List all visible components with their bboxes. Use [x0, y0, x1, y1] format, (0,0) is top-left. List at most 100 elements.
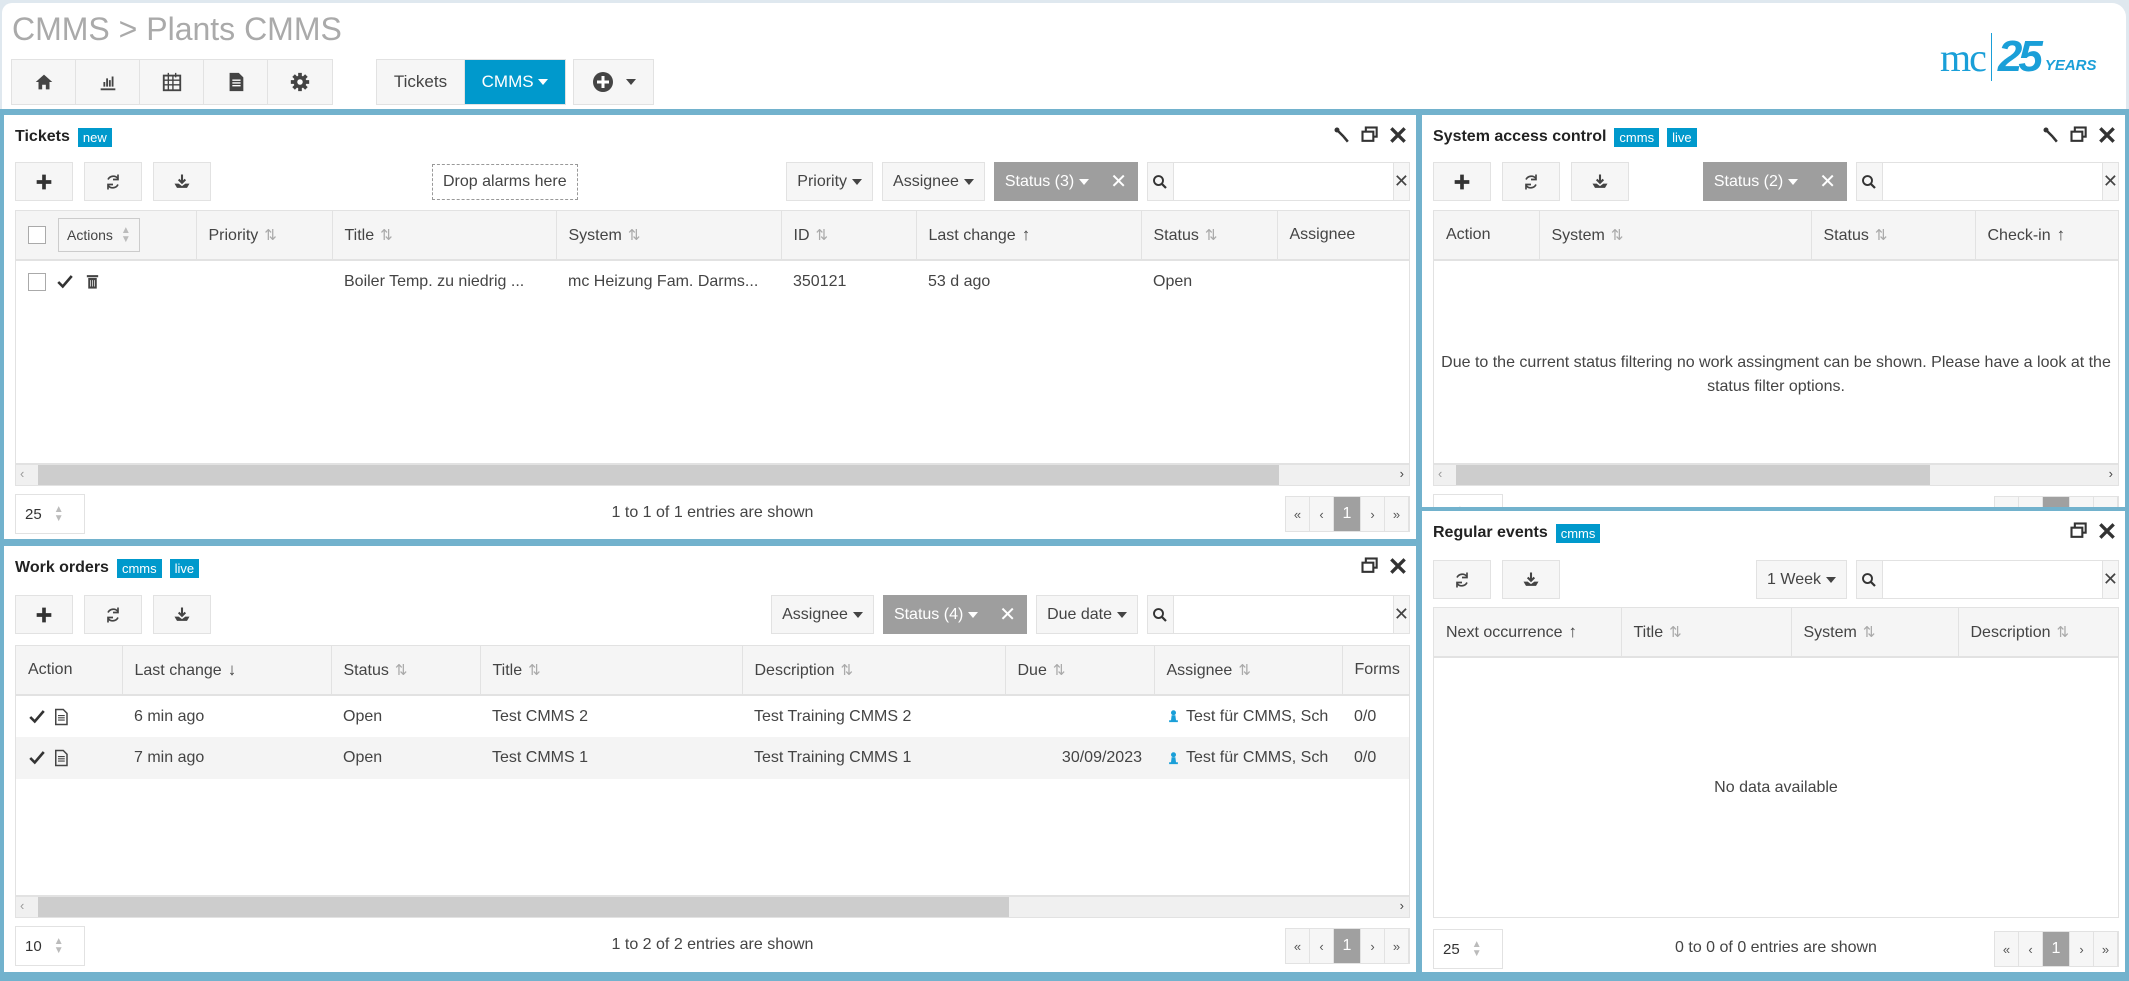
- table-row[interactable]: 6 min ago Open Test CMMS 2 Test Training CM…: [16, 695, 1409, 737]
- column-header[interactable]: Assignee: [1277, 211, 1409, 261]
- search-button[interactable]: [1857, 163, 1883, 200]
- next-page-button[interactable]: ›: [1361, 497, 1385, 531]
- last-page-button[interactable]: »: [2094, 497, 2118, 507]
- filter-dropdown[interactable]: Status (4) ✕: [882, 595, 1028, 634]
- search-button[interactable]: [1148, 163, 1174, 200]
- download-button[interactable]: [1571, 162, 1629, 201]
- prev-page-button[interactable]: ‹: [1310, 497, 1334, 531]
- page-size-stepper[interactable]: ▲▼: [1433, 494, 1503, 507]
- add-dropdown[interactable]: [573, 59, 654, 105]
- search-button[interactable]: [1857, 561, 1883, 598]
- filter-dropdown[interactable]: Status (3) ✕: [993, 162, 1138, 201]
- current-page-button[interactable]: 1: [2043, 497, 2070, 507]
- page-size-stepper[interactable]: 25 ▲ ▼: [1433, 929, 1503, 969]
- scroll-left-icon[interactable]: ‹: [20, 466, 24, 481]
- nav-button-home[interactable]: [12, 60, 76, 104]
- download-button[interactable]: [153, 162, 211, 201]
- scroll-right-icon[interactable]: ›: [1400, 898, 1404, 913]
- complete-button[interactable]: [28, 708, 46, 726]
- clear-filter-icon[interactable]: ✕: [999, 602, 1016, 627]
- refresh-button[interactable]: [1502, 162, 1560, 201]
- scroll-left-icon[interactable]: ‹: [20, 898, 24, 913]
- filter-dropdown[interactable]: Status (2) ✕: [1702, 162, 1847, 201]
- column-header[interactable]: Check-in ↑: [1975, 211, 2118, 261]
- page-size-stepper[interactable]: 25 ▲ ▼: [15, 494, 85, 534]
- column-header[interactable]: System ⇅: [1539, 211, 1812, 261]
- scroll-left-icon[interactable]: ‹: [1438, 466, 1442, 481]
- column-header[interactable]: Status ⇅: [1141, 211, 1278, 261]
- prev-page-button[interactable]: ‹: [1310, 929, 1334, 963]
- search-input[interactable]: [1882, 561, 2102, 598]
- first-page-button[interactable]: «: [1995, 932, 2019, 966]
- restore-window-button[interactable]: [1360, 125, 1380, 145]
- first-page-button[interactable]: «: [1286, 929, 1310, 963]
- filter-dropdown[interactable]: Assignee: [882, 162, 985, 201]
- nav-button-document[interactable]: [204, 60, 268, 104]
- plus-button[interactable]: [15, 595, 73, 634]
- next-page-button[interactable]: ›: [1361, 929, 1385, 963]
- scrollbar-thumb[interactable]: [1456, 465, 1930, 485]
- clear-search-button[interactable]: ✕: [2101, 163, 2118, 200]
- close-button[interactable]: [1388, 125, 1408, 145]
- restore-window-button[interactable]: [1360, 556, 1380, 576]
- next-page-button[interactable]: ›: [2070, 497, 2094, 507]
- current-page-button[interactable]: 1: [2043, 932, 2070, 966]
- column-header[interactable]: Description ⇅: [742, 646, 1006, 696]
- filter-dropdown[interactable]: Due date: [1036, 595, 1138, 634]
- column-header[interactable]: Actions ▲ ▼: [16, 211, 197, 261]
- clear-filter-icon[interactable]: ✕: [1110, 169, 1127, 194]
- download-button[interactable]: [1502, 560, 1560, 599]
- prev-page-button[interactable]: ‹: [2019, 497, 2043, 507]
- last-page-button[interactable]: »: [1385, 929, 1409, 963]
- tab-tickets[interactable]: Tickets: [377, 60, 465, 104]
- wrench-button[interactable]: [1332, 125, 1352, 145]
- acknowledge-button[interactable]: [56, 273, 74, 291]
- table-row[interactable]: 7 min ago Open Test CMMS 1 Test Training CM…: [16, 737, 1409, 779]
- first-page-button[interactable]: «: [1995, 497, 2019, 507]
- plus-button[interactable]: [15, 162, 73, 201]
- tab-cmms[interactable]: CMMS: [465, 60, 565, 104]
- filter-dropdown[interactable]: Assignee: [771, 595, 874, 634]
- column-header[interactable]: Action: [1434, 211, 1540, 261]
- refresh-button[interactable]: [84, 595, 142, 634]
- close-button[interactable]: [2097, 125, 2117, 145]
- column-header[interactable]: Next occurrence ↑: [1434, 608, 1622, 658]
- clear-search-button[interactable]: ✕: [2101, 561, 2118, 598]
- column-header[interactable]: Title ⇅: [332, 211, 557, 261]
- row-checkbox[interactable]: [28, 272, 46, 291]
- restore-window-button[interactable]: [2069, 521, 2089, 541]
- column-header[interactable]: System ⇅: [556, 211, 782, 261]
- delete-button[interactable]: [84, 273, 101, 290]
- column-header[interactable]: Description ⇅: [1958, 608, 2118, 658]
- column-header[interactable]: Last change ↑: [916, 211, 1142, 261]
- actions-select[interactable]: Actions ▲ ▼: [58, 218, 140, 252]
- first-page-button[interactable]: «: [1286, 497, 1310, 531]
- wrench-button[interactable]: [2041, 125, 2061, 145]
- clear-search-button[interactable]: ✕: [1392, 163, 1409, 200]
- search-button[interactable]: [1148, 596, 1174, 633]
- restore-window-button[interactable]: [2069, 125, 2089, 145]
- horizontal-scrollbar[interactable]: ‹ ›: [1433, 464, 2119, 486]
- close-button[interactable]: [2097, 521, 2117, 541]
- last-page-button[interactable]: »: [1385, 497, 1409, 531]
- column-header[interactable]: Status ⇅: [331, 646, 481, 696]
- nav-button-chart[interactable]: [76, 60, 140, 104]
- filter-dropdown[interactable]: 1 Week: [1756, 560, 1847, 599]
- plus-button[interactable]: [1433, 162, 1491, 201]
- open-form-button[interactable]: [52, 749, 70, 767]
- complete-button[interactable]: [28, 749, 46, 767]
- current-page-button[interactable]: 1: [1334, 929, 1361, 963]
- download-button[interactable]: [153, 595, 211, 634]
- close-button[interactable]: [1388, 556, 1408, 576]
- column-header[interactable]: Due ⇅: [1005, 646, 1155, 696]
- page-size-stepper[interactable]: 10 ▲ ▼: [15, 926, 85, 966]
- column-header[interactable]: Action: [16, 646, 123, 696]
- last-page-button[interactable]: »: [2094, 932, 2118, 966]
- column-header[interactable]: Title ⇅: [1621, 608, 1792, 658]
- scrollbar-thumb[interactable]: [38, 897, 1010, 917]
- column-header[interactable]: Title ⇅: [480, 646, 743, 696]
- column-header[interactable]: Last change ↓: [122, 646, 332, 696]
- current-page-button[interactable]: 1: [1334, 497, 1361, 531]
- table-row[interactable]: Boiler Temp. zu niedrig ... mc Heizung Fa…: [16, 260, 1409, 302]
- prev-page-button[interactable]: ‹: [2019, 932, 2043, 966]
